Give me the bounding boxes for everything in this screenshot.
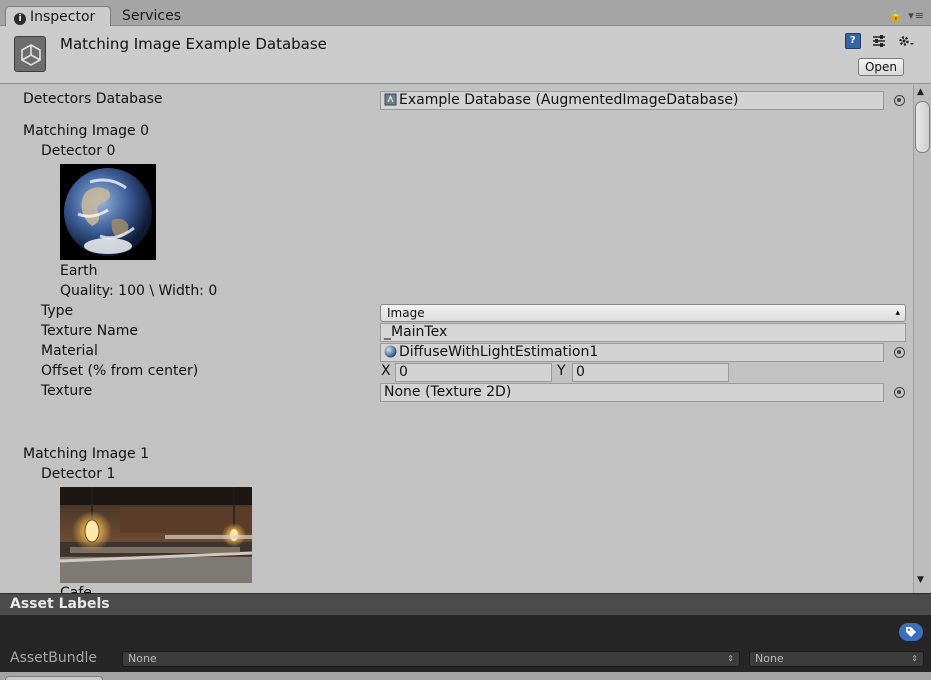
- tab-strip: i Inspector Services 🔒 ▾≡: [0, 0, 931, 26]
- offset-y-input[interactable]: 0: [572, 363, 729, 382]
- asset-bundle-value: None: [128, 652, 157, 665]
- asset-bundle-label: AssetBundle: [10, 650, 98, 666]
- dropdown-arrows-icon: ⇕: [911, 654, 918, 663]
- tab-services-label: Services: [122, 8, 182, 24]
- asset-labels-header[interactable]: Asset Labels: [0, 593, 931, 615]
- texture-field[interactable]: None (Texture 2D): [380, 383, 884, 402]
- material-sphere-icon: [384, 345, 397, 358]
- texture-label: Texture: [41, 383, 93, 399]
- texture-name-label: Texture Name: [41, 323, 139, 339]
- offset-x-input[interactable]: 0: [395, 363, 552, 382]
- scroll-up-icon[interactable]: ▲: [917, 87, 924, 97]
- type-dropdown[interactable]: Image ▴: [380, 304, 906, 322]
- inspector-header: Matching Image Example Database ? Open: [0, 26, 931, 84]
- texture-name-input[interactable]: _MainTex: [380, 323, 906, 342]
- dropdown-arrows-icon: ▴: [895, 308, 900, 318]
- detectors-database-value: Example Database (AugmentedImageDatabase…: [399, 92, 739, 108]
- matching-image-1-title: Matching Image 1: [23, 446, 150, 462]
- cafe-image-preview: [60, 487, 252, 583]
- tag-icon[interactable]: [899, 623, 923, 641]
- asset-bundle-variant-dropdown[interactable]: None ⇕: [749, 651, 924, 667]
- tab-services[interactable]: Services: [112, 6, 202, 26]
- menu-icon[interactable]: ▾≡: [904, 9, 925, 22]
- asset-bundle-row: AssetBundle None ⇕ None ⇕: [0, 650, 931, 672]
- info-icon: i: [14, 13, 26, 25]
- object-picker-icon[interactable]: [894, 387, 905, 398]
- material-field[interactable]: DiffuseWithLightEstimation1: [380, 343, 884, 362]
- image-name-0: Earth: [60, 263, 98, 279]
- bottom-tab-strip: [0, 672, 931, 680]
- matching-image-0-title: Matching Image 0: [23, 123, 150, 139]
- database-asset-icon: [384, 93, 397, 106]
- unity-logo-icon: [14, 36, 46, 72]
- inspector-content: Detectors Database Example Database (Aug…: [0, 85, 913, 593]
- type-label: Type: [41, 303, 74, 319]
- detectors-database-field[interactable]: Example Database (AugmentedImageDatabase…: [380, 91, 884, 110]
- open-button[interactable]: Open: [858, 58, 904, 76]
- bottom-tab[interactable]: [5, 676, 103, 680]
- object-picker-icon[interactable]: [894, 347, 905, 358]
- detector-0-label: Detector 0: [41, 143, 116, 159]
- offset-x-label: X: [381, 363, 391, 379]
- material-value: DiffuseWithLightEstimation1: [399, 344, 599, 360]
- detectors-database-label: Detectors Database: [23, 91, 163, 107]
- material-label: Material: [41, 343, 98, 359]
- asset-title: Matching Image Example Database: [60, 35, 327, 53]
- header-toolbar: ?: [839, 33, 914, 49]
- tab-inspector[interactable]: i Inspector: [5, 6, 111, 26]
- object-picker-icon[interactable]: [894, 95, 905, 106]
- image-name-1: Cafe: [60, 585, 92, 593]
- asset-bundle-dropdown[interactable]: None ⇕: [122, 651, 740, 667]
- offset-label: Offset (% from center): [41, 363, 199, 379]
- presets-icon[interactable]: [871, 33, 887, 49]
- earth-image-preview: [60, 164, 156, 260]
- asset-labels-panel: [0, 615, 931, 650]
- dropdown-arrows-icon: ⇕: [727, 654, 734, 663]
- lock-icon[interactable]: 🔒: [889, 9, 904, 22]
- offset-y-label: Y: [557, 363, 566, 379]
- tab-inspector-label: Inspector: [30, 9, 96, 25]
- help-book-icon[interactable]: ?: [844, 33, 861, 49]
- image-quality-0: Quality: 100 \ Width: 0: [60, 283, 218, 299]
- gear-icon[interactable]: [897, 33, 914, 49]
- vertical-scrollbar[interactable]: ▲ ▼: [913, 85, 931, 593]
- detector-1-label: Detector 1: [41, 466, 116, 482]
- asset-bundle-variant-value: None: [755, 652, 784, 665]
- window-menu[interactable]: 🔒 ▾≡: [889, 9, 925, 22]
- scroll-down-icon[interactable]: ▼: [917, 575, 924, 585]
- scrollbar-thumb[interactable]: [915, 101, 930, 153]
- type-dropdown-value: Image: [387, 306, 425, 320]
